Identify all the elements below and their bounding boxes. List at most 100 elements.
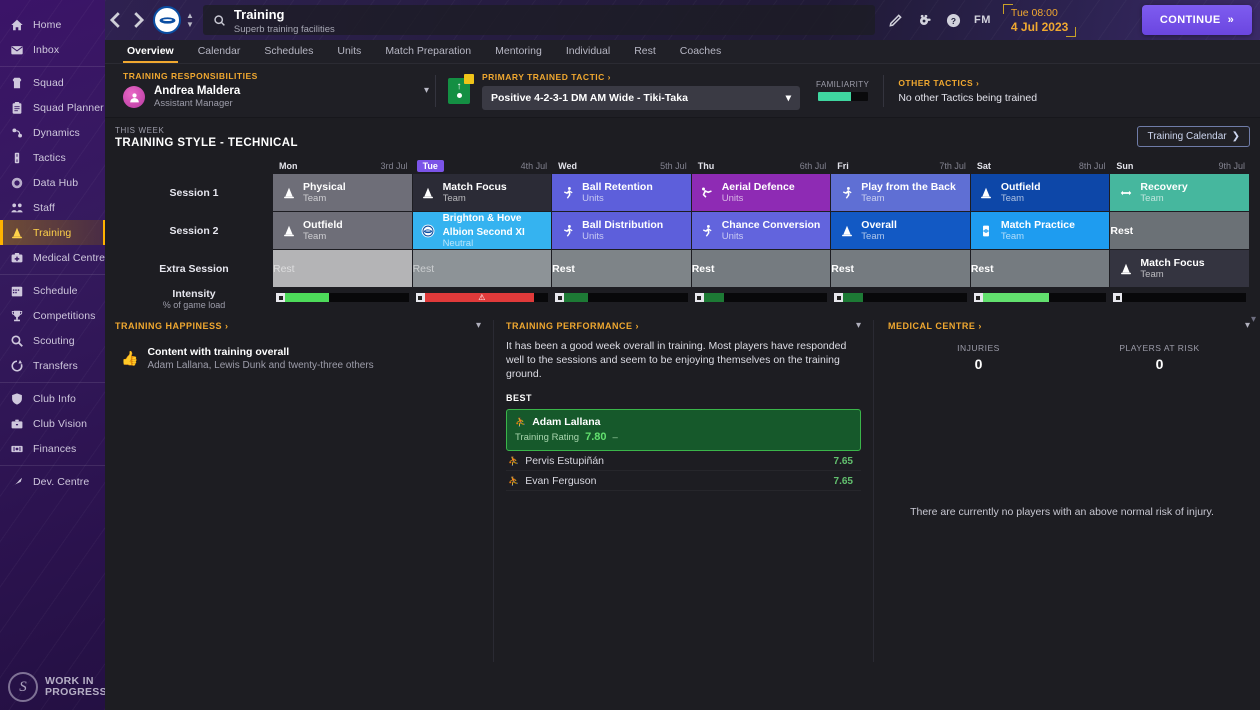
sidebar-item-competitions[interactable]: Competitions bbox=[0, 303, 105, 328]
extra-cell[interactable]: Rest bbox=[831, 250, 970, 287]
day-name: Mon bbox=[279, 160, 298, 171]
intensity-bar[interactable] bbox=[555, 293, 688, 302]
sidebar-item-tactics[interactable]: Tactics bbox=[0, 145, 105, 170]
training-performance-title[interactable]: TRAINING PERFORMANCE › bbox=[506, 321, 639, 331]
intensity-slider-sat[interactable] bbox=[971, 288, 1111, 307]
primary-tactic-select[interactable]: Positive 4-2-3-1 DM AM Wide - Tiki-Taka … bbox=[482, 85, 800, 110]
session1-cell[interactable]: Aerial Defence Units bbox=[691, 174, 831, 211]
intensity-slider-sun[interactable] bbox=[1110, 288, 1250, 307]
intensity-handle[interactable] bbox=[276, 293, 285, 302]
intensity-slider-tue[interactable]: ⚠ bbox=[413, 288, 553, 307]
tab-rest[interactable]: Rest bbox=[622, 45, 668, 63]
intensity-handle[interactable] bbox=[834, 293, 844, 302]
session2-cell[interactable]: Ball Distribution Units bbox=[552, 212, 691, 249]
intensity-bar[interactable] bbox=[834, 293, 967, 302]
intensity-fill bbox=[564, 293, 589, 302]
tab-overview[interactable]: Overview bbox=[115, 45, 186, 63]
session2-cell[interactable]: Brighton & Hove Albion Second XI Neutral bbox=[412, 212, 552, 249]
grid-scroll-down-icon[interactable]: ▾ bbox=[1251, 314, 1256, 325]
session2-cell[interactable]: Outfield Team bbox=[273, 212, 412, 249]
forward-button[interactable] bbox=[127, 5, 149, 35]
tab-calendar[interactable]: Calendar bbox=[186, 45, 253, 63]
row-label-intensity: Intensity% of game load bbox=[115, 288, 273, 310]
help-icon[interactable]: ? bbox=[939, 5, 968, 35]
intensity-handle[interactable] bbox=[415, 293, 425, 302]
sidebar-item-staff[interactable]: Staff bbox=[0, 195, 105, 220]
extra-cell[interactable]: Rest bbox=[970, 250, 1110, 287]
intensity-handle[interactable] bbox=[973, 293, 983, 302]
sidebar-item-finances[interactable]: Finances bbox=[0, 436, 105, 461]
sidebar-item-dev-centre[interactable]: Dev. Centre bbox=[0, 465, 105, 494]
sidebar-item-training[interactable]: Training bbox=[0, 220, 105, 245]
pencil-icon[interactable] bbox=[881, 5, 910, 35]
tab-match-preparation[interactable]: Match Preparation bbox=[373, 45, 483, 63]
training-performance-chevron-icon[interactable]: ▾ bbox=[856, 320, 861, 331]
tab-individual[interactable]: Individual bbox=[554, 45, 622, 63]
titlebar-icons: ? FM bbox=[881, 5, 997, 35]
sidebar-item-squad[interactable]: Squad bbox=[0, 66, 105, 95]
session2-cell[interactable]: Overall Team bbox=[831, 212, 970, 249]
brighton-badge-icon[interactable] bbox=[153, 6, 181, 34]
sidebar-item-squad-planner[interactable]: Squad Planner bbox=[0, 95, 105, 120]
extra-cell[interactable]: Rest bbox=[552, 250, 691, 287]
training-calendar-button[interactable]: Training Calendar ❯ bbox=[1137, 126, 1250, 147]
tab-schedules[interactable]: Schedules bbox=[252, 45, 325, 63]
intensity-bar[interactable]: ⚠ bbox=[415, 293, 549, 302]
best-performer-card[interactable]: ⛹ Adam Lallana Training Rating 7.80 – bbox=[506, 409, 861, 451]
intensity-slider-thu[interactable] bbox=[692, 288, 832, 307]
page-search-bar[interactable]: Training Superb training facilities bbox=[202, 5, 875, 35]
intensity-bar[interactable] bbox=[1113, 293, 1246, 302]
session2-cell[interactable]: Match Practice Team bbox=[970, 212, 1110, 249]
sidebar-item-medical-centre[interactable]: Medical Centre bbox=[0, 245, 105, 270]
club-switcher[interactable]: ▲ ▼ bbox=[186, 12, 194, 29]
sidebar-item-inbox[interactable]: Inbox bbox=[0, 37, 105, 62]
medical-centre-chevron-icon[interactable]: ▾ bbox=[1245, 320, 1250, 331]
session1-cell[interactable]: Play from the Back Team bbox=[831, 174, 970, 211]
sidebar-item-label: Squad Planner bbox=[33, 101, 104, 114]
sidebar-item-schedule[interactable]: Schedule bbox=[0, 274, 105, 303]
intensity-handle[interactable] bbox=[555, 293, 565, 302]
extra-cell[interactable]: Rest bbox=[691, 250, 831, 287]
intensity-bar[interactable] bbox=[973, 293, 1107, 302]
intensity-slider-fri[interactable] bbox=[831, 288, 971, 307]
finances-icon bbox=[9, 441, 24, 456]
intensity-slider-mon[interactable] bbox=[273, 288, 413, 307]
player-icon: ⛹ bbox=[508, 455, 520, 466]
session1-cell[interactable]: Ball Retention Units bbox=[552, 174, 691, 211]
back-button[interactable] bbox=[105, 5, 127, 35]
sidebar-item-dynamics[interactable]: Dynamics bbox=[0, 120, 105, 145]
whistle-icon[interactable] bbox=[910, 5, 939, 35]
medical-centre-title[interactable]: MEDICAL CENTRE › bbox=[888, 321, 982, 331]
intensity-bar[interactable] bbox=[694, 293, 828, 302]
performance-list-item[interactable]: ⛹ Pervis Estupiñán 7.65 bbox=[506, 452, 861, 471]
tab-coaches[interactable]: Coaches bbox=[668, 45, 733, 63]
extra-cell[interactable]: Rest bbox=[273, 250, 412, 287]
session2-cell[interactable]: Rest bbox=[1110, 212, 1249, 249]
sidebar-item-data-hub[interactable]: Data Hub bbox=[0, 170, 105, 195]
responsibilities-dropdown-icon[interactable]: ▾ bbox=[424, 85, 429, 96]
tab-mentoring[interactable]: Mentoring bbox=[483, 45, 554, 63]
session2-cell[interactable]: Chance Conversion Units bbox=[691, 212, 831, 249]
intensity-slider-wed[interactable] bbox=[552, 288, 692, 307]
sidebar-item-club-vision[interactable]: Club Vision bbox=[0, 411, 105, 436]
session1-cell[interactable]: Match Focus Team bbox=[412, 174, 552, 211]
continue-button[interactable]: CONTINUE » bbox=[1142, 5, 1252, 35]
extra-cell[interactable]: Rest bbox=[412, 250, 552, 287]
extra-cell[interactable]: Match Focus Team bbox=[1110, 250, 1249, 287]
training-happiness-chevron-icon[interactable]: ▾ bbox=[476, 320, 481, 331]
sidebar-item-scouting[interactable]: Scouting bbox=[0, 328, 105, 353]
sidebar-item-transfers[interactable]: Transfers bbox=[0, 353, 105, 378]
session1-cell[interactable]: Outfield Team bbox=[970, 174, 1110, 211]
sidebar-item-home[interactable]: Home bbox=[0, 12, 105, 37]
intensity-bar[interactable] bbox=[276, 293, 409, 302]
sidebar-item-club-info[interactable]: Club Info bbox=[0, 382, 105, 411]
intensity-handle[interactable] bbox=[694, 293, 704, 302]
fm-logo-icon[interactable]: FM bbox=[968, 5, 997, 35]
performance-list-item[interactable]: ⛹ Evan Ferguson 7.65 bbox=[506, 472, 861, 491]
tab-units[interactable]: Units bbox=[325, 45, 373, 63]
training-happiness-title[interactable]: TRAINING HAPPINESS › bbox=[115, 321, 229, 331]
row-label-text: Extra Session bbox=[159, 263, 229, 275]
intensity-handle[interactable] bbox=[1113, 293, 1123, 302]
session1-cell[interactable]: Recovery Team bbox=[1110, 174, 1249, 211]
session1-cell[interactable]: Physical Team bbox=[273, 174, 412, 211]
